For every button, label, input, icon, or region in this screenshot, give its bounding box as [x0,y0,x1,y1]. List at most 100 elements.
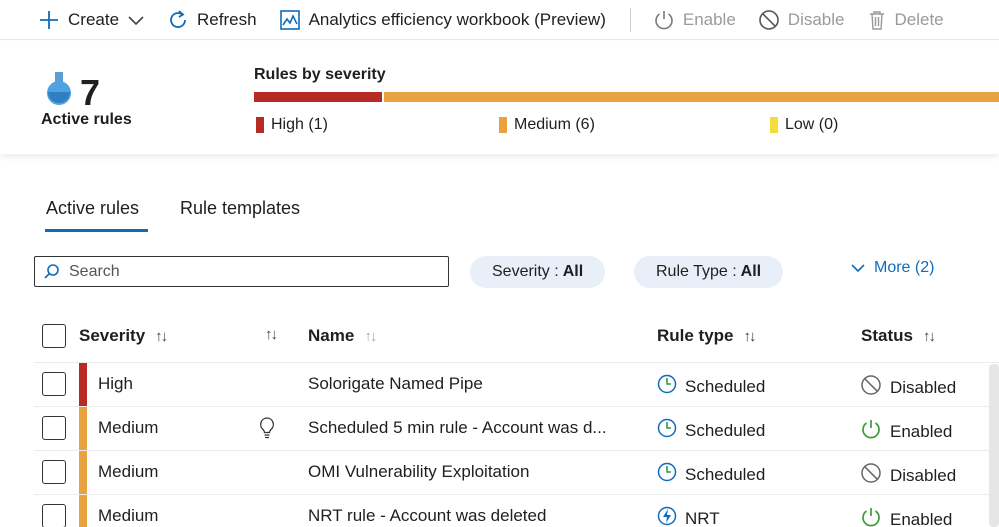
more-filters-label: More (2) [874,259,935,276]
legend-medium[interactable]: Medium (6) [499,116,595,134]
select-all-checkbox[interactable] [42,324,66,348]
legend-low-label: Low (0) [785,116,839,133]
disabled-icon [860,374,882,401]
column-rule-type[interactable]: Rule type ↑↓ [657,326,757,346]
ruletype-filter-value: All [740,263,762,280]
search-input[interactable] [69,262,429,281]
column-status-label: Status [861,326,913,345]
rule-type-label: Scheduled [685,464,766,484]
severity-cell: Medium [98,462,159,481]
command-bar: Create Refresh Analytics efficiency work… [0,0,999,40]
legend-low[interactable]: Low (0) [770,116,838,134]
legend-swatch-low [770,117,778,133]
flask-icon [47,72,71,105]
severity-filter-pill[interactable]: Severity : All [470,256,606,288]
disable-button[interactable]: Disable [758,9,845,31]
rule-name-cell[interactable]: Solorigate Named Pipe [308,374,628,394]
vertical-scrollbar[interactable] [989,364,999,527]
severity-cell: Medium [98,418,159,437]
rule-name-cell[interactable]: NRT rule - Account was deleted [308,506,628,526]
chevron-down-icon [128,15,144,25]
rule-name-cell[interactable]: Scheduled 5 min rule - Account was d... [308,418,628,438]
clock-icon [657,374,677,399]
severity-filter-value: All [562,263,584,280]
column-severity[interactable]: Severity ↑↓ [79,326,168,346]
row-checkbox[interactable] [42,372,66,396]
severity-bar [254,92,999,102]
enable-button[interactable]: Enable [653,9,736,31]
legend-swatch-high [256,117,264,133]
lightbulb-icon[interactable] [258,416,276,445]
table-row[interactable]: High Solorigate Named Pipe Scheduled Disabl… [34,362,999,407]
row-checkbox[interactable] [42,460,66,484]
severity-stripe [79,451,87,495]
table-row[interactable]: Medium NRT rule - Account was deleted NRT E… [34,494,999,527]
severity-bar-segment [254,92,382,102]
row-checkbox[interactable] [42,416,66,440]
severity-stripe [79,495,87,527]
enable-label: Enable [682,9,736,29]
status-cell: Enabled [860,418,952,445]
status-label: Enabled [890,509,953,527]
severity-filter-label: Severity : [492,263,559,280]
row-checkbox[interactable] [42,504,66,527]
severity-stripe [79,363,87,407]
rule-type-label: Scheduled [685,420,766,440]
power-icon [655,10,673,29]
active-rules-count: 7 [80,72,101,113]
rule-type-label: NRT [685,508,720,527]
trash-icon [869,10,884,30]
table-row[interactable]: Medium Scheduled 5 min rule - Account was… [34,406,999,451]
status-label: Disabled [890,465,957,485]
status-cell: Disabled [860,374,956,401]
status-cell: Enabled [860,506,952,527]
active-rules-label: Active rules [41,111,132,128]
ruletype-filter-pill[interactable]: Rule Type : All [634,256,784,288]
legend-high-label: High (1) [271,116,328,133]
sort-icon[interactable]: ↑↓ [744,328,757,345]
tab-rule-templates[interactable]: Rule templates [180,198,300,219]
sort-icon[interactable]: ↑↓ [155,328,168,345]
table-row[interactable]: Medium OMI Vulnerability Exploitation Sche… [34,450,999,495]
chevron-down-icon [851,264,865,273]
search-field[interactable] [34,256,449,287]
column-name[interactable]: Name ↑↓ [308,326,377,346]
plus-icon [40,10,58,29]
rule-name-cell[interactable]: OMI Vulnerability Exploitation [308,462,628,482]
toolbar-divider [629,7,631,32]
status-label: Disabled [890,377,957,397]
search-icon [44,263,59,279]
sort-icon[interactable]: ↑↓ [364,328,377,345]
column-severity-label: Severity [79,326,146,345]
ruletype-filter-label: Rule Type : [656,263,737,280]
severity-cell: Medium [98,506,159,525]
summary-panel: 7 Active rules Rules by severity High (1… [0,44,999,154]
rule-type-cell: Scheduled [657,418,765,443]
legend-high[interactable]: High (1) [256,116,328,134]
tab-active-rules[interactable]: Active rules [46,198,139,219]
delete-button[interactable]: Delete [867,9,944,31]
disabled-icon [758,9,779,30]
create-button[interactable]: Create [38,9,145,31]
clock-icon [657,462,677,487]
workbook-button[interactable]: Analytics efficiency workbook (Preview) [279,9,606,31]
column-hint[interactable]: ↑↓ [265,326,278,343]
sort-icon[interactable]: ↑↓ [923,328,936,345]
status-label: Enabled [890,421,953,441]
lightning-icon [657,506,677,527]
severity-cell: High [98,374,133,393]
rule-type-cell: NRT [657,506,720,527]
delete-label: Delete [894,9,944,29]
severity-stripe [79,407,87,451]
refresh-button[interactable]: Refresh [167,9,257,31]
column-name-label: Name [308,326,355,345]
disabled-icon [860,462,882,489]
more-filters-button[interactable]: More (2) [850,259,934,277]
power-icon [860,506,882,527]
workbook-chart-icon [279,9,300,30]
column-status[interactable]: Status ↑↓ [861,326,936,346]
rule-type-label: Scheduled [685,376,766,396]
status-cell: Disabled [860,462,956,489]
clock-icon [657,418,677,443]
sort-icon[interactable]: ↑↓ [265,326,278,343]
